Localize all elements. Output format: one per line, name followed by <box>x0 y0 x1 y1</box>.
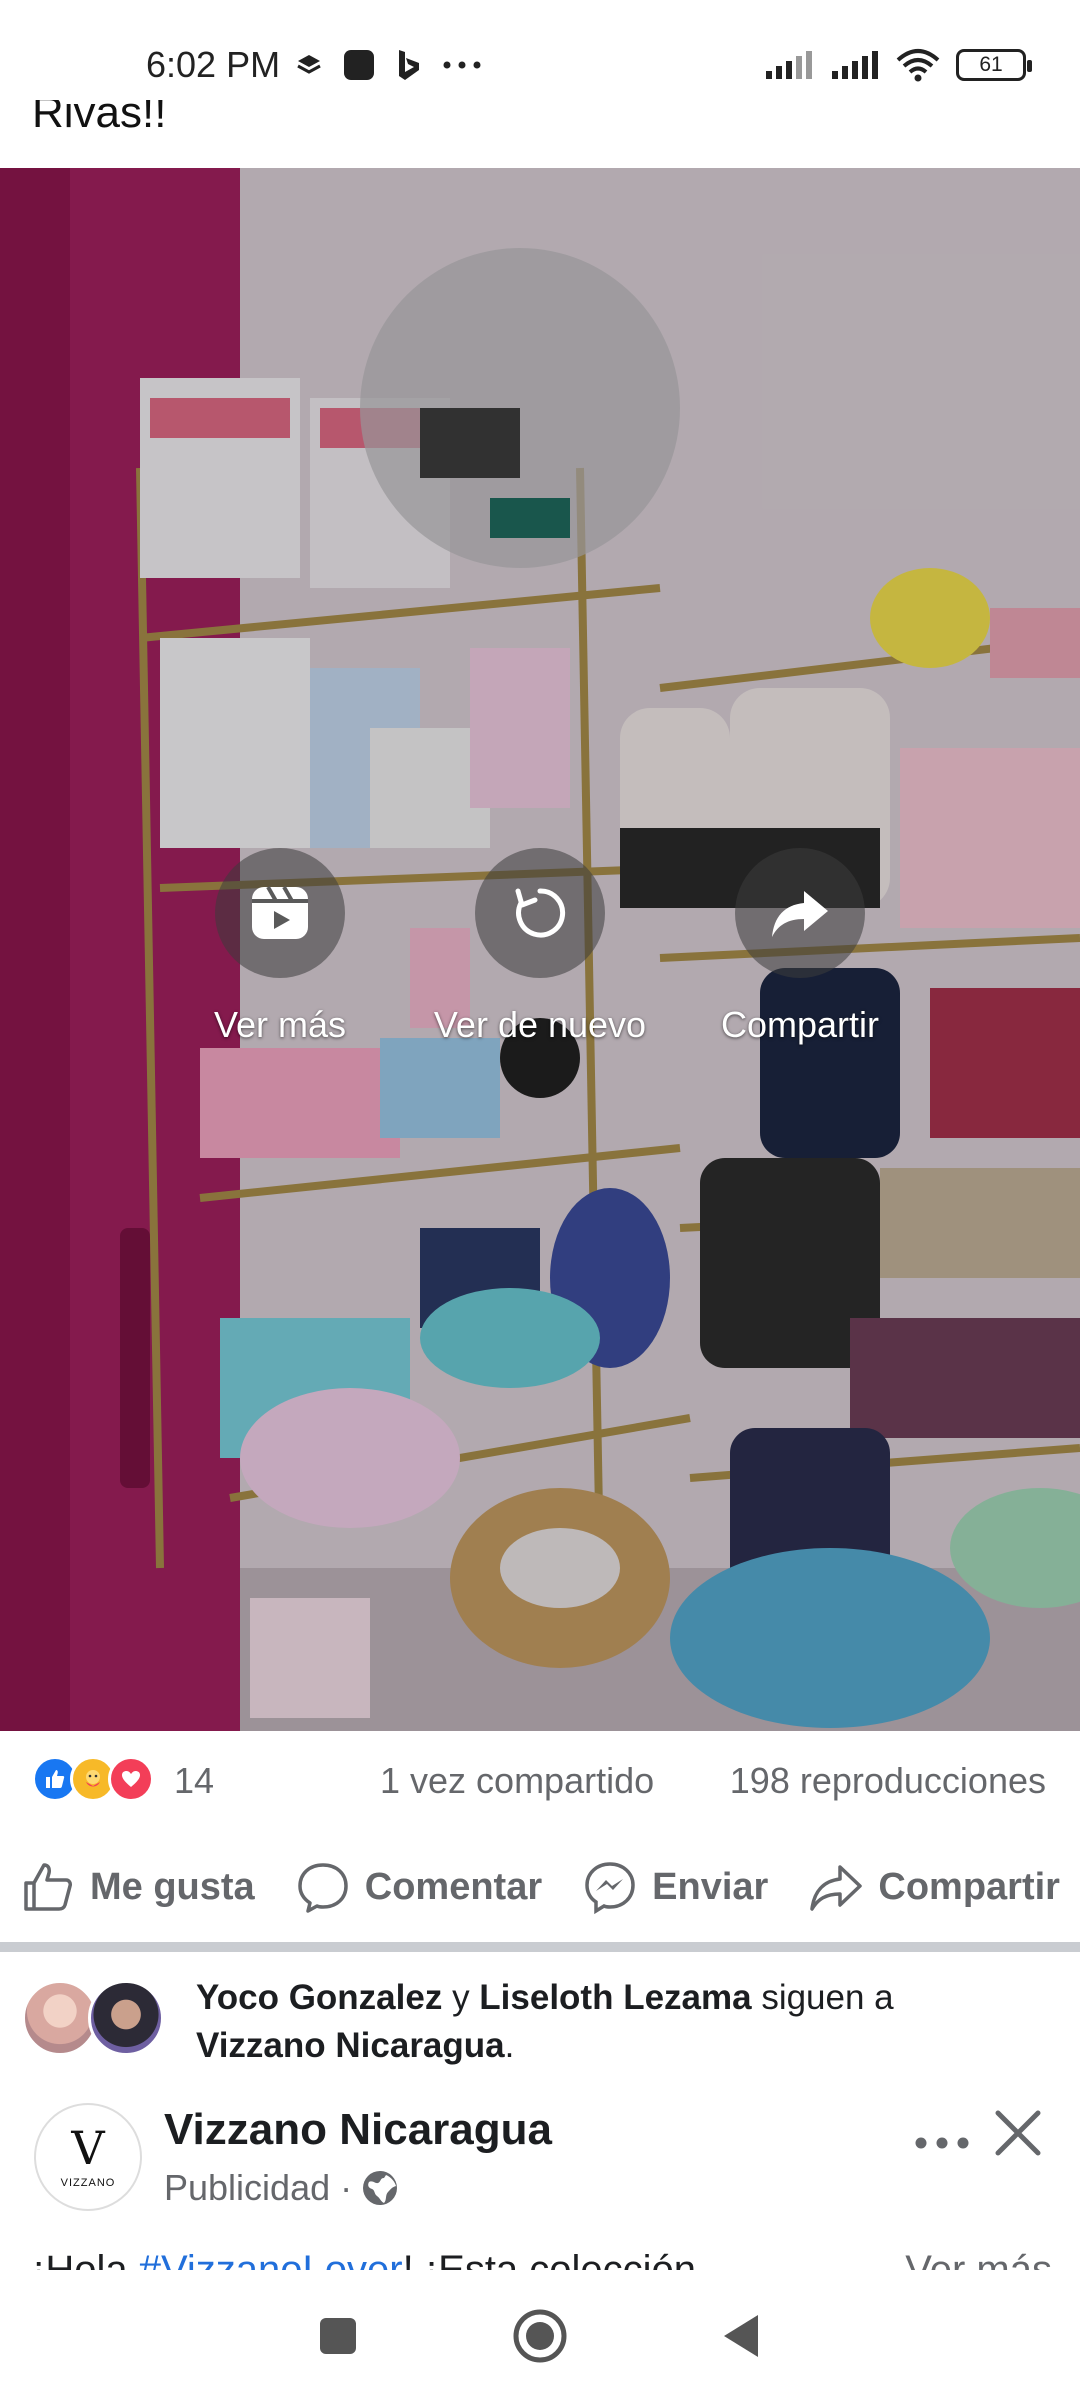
thumbs-up-icon <box>24 1863 72 1911</box>
share-arrow-icon <box>772 891 828 937</box>
like-button[interactable]: Me gusta <box>20 1859 255 1915</box>
status-time: 6:02 PM <box>146 44 281 85</box>
status-notification-icons <box>296 48 482 82</box>
video-player[interactable]: Ver más Ver de nuevo Compartir <box>0 168 1080 1731</box>
replay-label: Ver de nuevo <box>433 1004 647 1045</box>
bing-icon <box>399 50 419 80</box>
see-more-label: Ver más <box>213 1004 347 1045</box>
more-dots-icon <box>443 61 481 69</box>
replay-icon <box>515 888 566 938</box>
see-more-link[interactable]: ... Ver más <box>840 2240 1052 2270</box>
layers-icon <box>297 55 321 74</box>
wifi-icon <box>896 49 940 82</box>
post-action-bar: Me gusta Comentar Enviar Compartir <box>0 1832 1080 1942</box>
messenger-icon <box>585 1862 635 1915</box>
globe-icon <box>363 2171 398 2205</box>
hashtag-link[interactable]: #VizzanoLover <box>139 2248 403 2270</box>
reels-icon <box>252 886 308 939</box>
close-icon <box>995 2110 1041 2156</box>
share-label: Compartir <box>878 1865 1060 1908</box>
see-more-video-button[interactable]: Ver más <box>170 848 390 1046</box>
sponsored-label: Publicidad · <box>164 2167 400 2209</box>
signal-icon <box>766 51 812 79</box>
status-bar: 6:02 PM 61 <box>0 0 1080 100</box>
comment-label: Comentar <box>364 1865 543 1908</box>
logo-letter: V <box>71 2121 105 2175</box>
friend-name[interactable]: Yoco Gonzalez <box>196 1978 442 2017</box>
send-button[interactable]: Enviar <box>582 1859 768 1915</box>
reaction-count[interactable]: 14 <box>174 1760 214 1802</box>
system-nav-bar <box>0 2272 1080 2400</box>
replay-button[interactable]: Ver de nuevo <box>430 848 650 1046</box>
friend-name[interactable]: Liseloth Lezama <box>479 1978 751 2017</box>
avatar <box>88 1980 164 2056</box>
ad-post-header: V VIZZANO Vizzano Nicaragua Publicidad · <box>0 2095 1080 2235</box>
share-icon <box>810 1865 863 1911</box>
view-count: 198 reproducciones <box>729 1760 1046 1801</box>
feed-divider <box>0 1942 1080 1952</box>
page-avatar[interactable]: V VIZZANO <box>34 2103 142 2211</box>
comment-button[interactable]: Comentar <box>295 1859 542 1915</box>
home-button[interactable] <box>510 2306 570 2366</box>
comment-bubble-icon <box>298 1863 348 1913</box>
like-label: Me gusta <box>90 1865 255 1908</box>
page-name[interactable]: Vizzano Nicaragua <box>164 2105 552 2155</box>
more-options-button[interactable] <box>914 2115 970 2160</box>
battery-icon: 61 <box>956 49 1032 81</box>
video-share-button[interactable]: Compartir <box>690 848 910 1046</box>
hide-ad-button[interactable] <box>988 2103 1048 2168</box>
love-icon <box>108 1756 154 1802</box>
share-count[interactable]: 1 vez compartido <box>380 1760 654 1802</box>
reaction-summary-icons[interactable] <box>32 1756 154 1802</box>
status-system-icons: 61 <box>764 48 1032 82</box>
social-context: Yoco Gonzalez y Liseloth Lezama siguen a… <box>0 1952 1080 2082</box>
back-button[interactable] <box>720 2311 764 2361</box>
friend-avatars[interactable] <box>22 1980 172 2056</box>
recents-button[interactable] <box>316 2314 360 2358</box>
more-dots-icon <box>915 2137 969 2149</box>
app-square-icon <box>344 50 374 80</box>
video-share-label: Compartir <box>720 1004 880 1045</box>
social-context-text: Yoco Gonzalez y Liseloth Lezama siguen a… <box>196 1978 894 2065</box>
avatar <box>22 1980 98 2056</box>
followed-page-name[interactable]: Vizzano Nicaragua <box>196 2026 505 2065</box>
share-button[interactable]: Compartir <box>808 1859 1060 1915</box>
ad-post-text: ¡Hola #VizzanoLover! ¡Esta colección ...… <box>32 2240 1052 2270</box>
signal-icon <box>832 51 878 79</box>
send-label: Enviar <box>652 1865 769 1908</box>
logo-word: VIZZANO <box>60 2177 116 2189</box>
